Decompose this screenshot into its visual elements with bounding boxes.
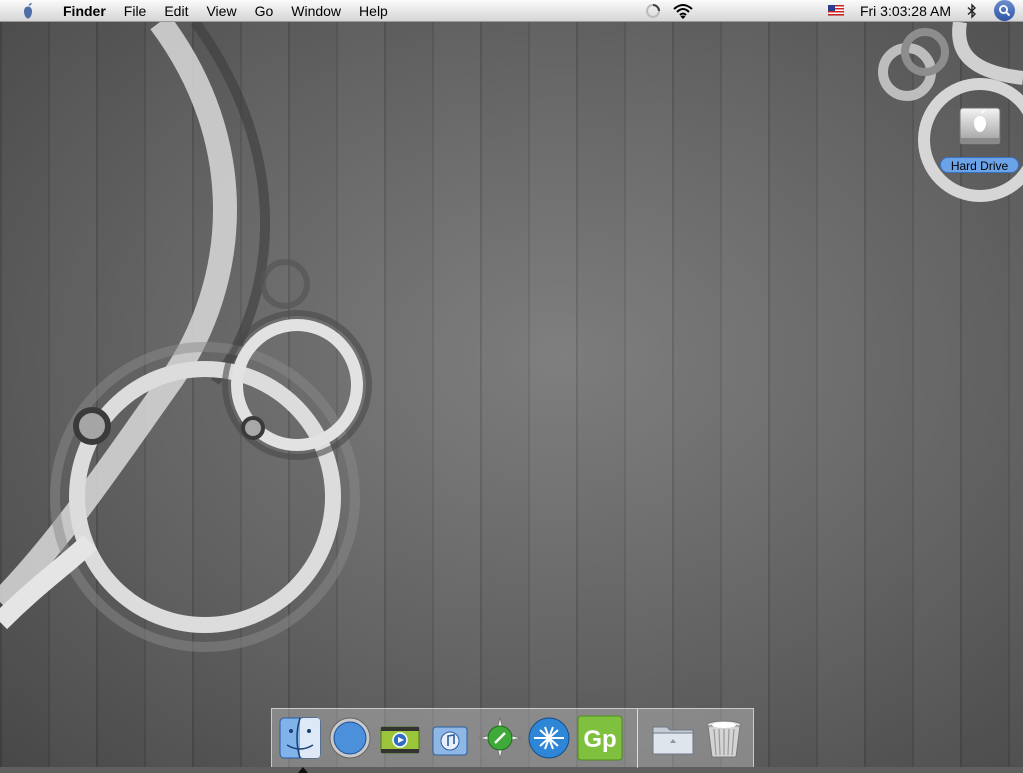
menu-go[interactable]: Go <box>246 0 283 22</box>
compass-icon <box>478 716 522 760</box>
menu-help[interactable]: Help <box>350 0 397 22</box>
itunes-icon <box>432 726 468 756</box>
safari-icon <box>329 717 371 759</box>
network-app-icon <box>528 717 570 759</box>
dock-item-imovie[interactable] <box>377 715 423 761</box>
dock-item-applications-folder[interactable] <box>650 715 696 761</box>
hard-drive-label[interactable]: Hard Drive <box>940 157 1019 173</box>
trash-icon <box>706 720 742 758</box>
menu-bar: Finder File Edit View Go Window Help Fri… <box>0 0 1023 22</box>
gp-app-label: Gp <box>583 726 616 753</box>
menu-window[interactable]: Window <box>282 0 350 22</box>
dock-item-trash[interactable] <box>701 715 747 761</box>
wallpaper <box>0 22 1023 652</box>
imovie-icon <box>380 726 420 754</box>
menu-extras: Fri 3:03:28 AM <box>827 0 1023 21</box>
dock-item-safari[interactable] <box>327 715 373 761</box>
menu-app-finder[interactable]: Finder <box>54 0 115 22</box>
folder-icon <box>652 726 694 755</box>
dock-item-itunes[interactable] <box>427 715 473 761</box>
wifi-icon[interactable] <box>671 1 695 21</box>
dock-item-compass[interactable] <box>477 715 523 761</box>
desktop[interactable]: Hard Drive <box>0 22 1023 767</box>
us-flag-icon[interactable] <box>827 5 844 17</box>
spotlight-search-icon[interactable] <box>994 0 1015 21</box>
menu-clock[interactable]: Fri 3:03:28 AM <box>860 3 951 19</box>
dock-item-gp[interactable]: Gp <box>577 715 623 761</box>
bluetooth-icon[interactable] <box>966 2 978 20</box>
menu-file[interactable]: File <box>115 0 156 22</box>
progress-spinner-icon[interactable] <box>644 2 662 20</box>
apple-menu[interactable] <box>19 2 37 20</box>
menu-view[interactable]: View <box>197 0 245 22</box>
gp-app-icon: Gp <box>577 715 623 761</box>
apple-icon <box>24 2 32 18</box>
running-indicator <box>298 767 308 773</box>
dock-item-network-app[interactable] <box>526 715 572 761</box>
menu-edit[interactable]: Edit <box>155 0 197 22</box>
dock: Gp <box>271 708 754 773</box>
dock-separator <box>637 709 638 768</box>
finder-icon <box>279 717 321 759</box>
hard-drive-icon[interactable] <box>958 104 1002 148</box>
dock-item-finder[interactable] <box>277 715 323 773</box>
